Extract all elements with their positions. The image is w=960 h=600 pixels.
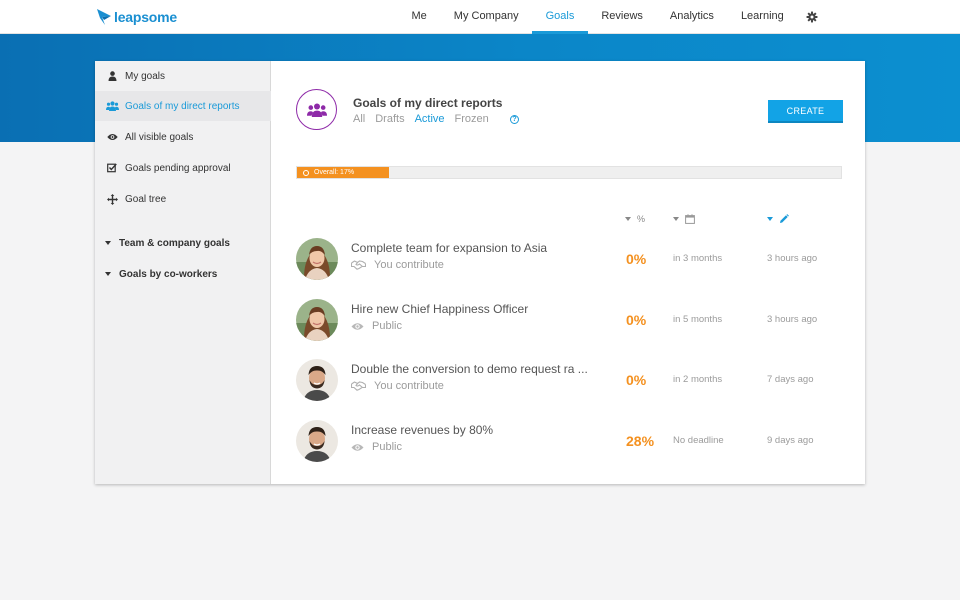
- goal-title[interactable]: Complete team for expansion to Asia: [351, 241, 547, 255]
- goal-percent: 0%: [626, 251, 647, 267]
- nav-learning[interactable]: Learning: [727, 0, 797, 34]
- goal-row[interactable]: Complete team for expansion to Asia You …: [272, 238, 865, 298]
- status-filters: All Drafts Active Frozen: [353, 113, 499, 125]
- eye-icon: [351, 322, 364, 330]
- sidebar-group-team-company-goals[interactable]: Team & company goals: [95, 231, 271, 255]
- main-nav: Me My Company Goals Reviews Analytics Le…: [398, 0, 797, 34]
- handshake-icon: [351, 381, 366, 391]
- goals-card: My goals Goals of my direct reports All …: [95, 61, 865, 484]
- sidebar-item-my-goals[interactable]: My goals: [95, 61, 271, 91]
- sidebar-group-label: Team & company goals: [119, 237, 230, 249]
- goal-row[interactable]: Double the conversion to demo request ra…: [272, 359, 865, 419]
- logo-icon: [97, 9, 111, 25]
- nav-goals[interactable]: Goals: [532, 0, 588, 34]
- goal-visibility: You contribute: [351, 380, 444, 392]
- filter-frozen[interactable]: Frozen: [455, 113, 489, 125]
- target-icon: [303, 169, 309, 176]
- sort-by-last-update[interactable]: [767, 213, 789, 225]
- goal-deadline: No deadline: [673, 435, 724, 446]
- person-icon: [105, 69, 119, 83]
- sidebar-item-label: Goal tree: [125, 193, 167, 205]
- progress-label: Overall: 17%: [303, 167, 354, 178]
- filter-drafts[interactable]: Drafts: [375, 113, 404, 125]
- sidebar-item-all-visible-goals[interactable]: All visible goals: [95, 122, 271, 152]
- goals-content: Goals of my direct reports All Drafts Ac…: [272, 61, 865, 484]
- goal-visibility: Public: [351, 320, 402, 332]
- goal-last-updated: 3 hours ago: [767, 314, 818, 325]
- group-icon: [306, 103, 327, 117]
- avatar: [296, 359, 338, 401]
- caret-down-icon: [625, 217, 631, 221]
- filter-all[interactable]: All: [353, 113, 365, 125]
- eye-icon: [351, 443, 364, 451]
- gear-icon[interactable]: [806, 11, 818, 23]
- sidebar-item-label: Goals pending approval: [125, 162, 231, 174]
- page-title: Goals of my direct reports: [353, 96, 503, 110]
- group-icon: [105, 99, 119, 113]
- percent-column-label: %: [637, 214, 646, 224]
- goal-visibility-label: You contribute: [374, 259, 444, 271]
- pencil-icon: [780, 214, 789, 223]
- avatar: [296, 238, 338, 280]
- calendar-icon: [685, 214, 695, 224]
- help-icon[interactable]: ?: [510, 115, 519, 124]
- sidebar-group-coworkers[interactable]: Goals by co-workers: [95, 262, 271, 286]
- goal-percent: 0%: [626, 372, 647, 388]
- goal-last-updated: 7 days ago: [767, 374, 814, 385]
- sidebar-group-label: Goals by co-workers: [119, 268, 218, 280]
- nav-reviews[interactable]: Reviews: [588, 0, 657, 34]
- overall-label: Overall: 17%: [314, 169, 355, 176]
- sort-by-percent[interactable]: %: [625, 213, 645, 225]
- avatar: [296, 420, 338, 462]
- nav-me[interactable]: Me: [398, 0, 440, 34]
- goal-visibility: Public: [351, 441, 402, 453]
- sort-by-deadline[interactable]: [673, 213, 695, 225]
- sidebar-item-label: My goals: [125, 70, 166, 82]
- caret-down-icon: [105, 272, 111, 276]
- goal-title[interactable]: Double the conversion to demo request ra…: [351, 362, 588, 376]
- sidebar-item-label: All visible goals: [125, 131, 194, 143]
- sidebar-item-goal-tree[interactable]: Goal tree: [95, 184, 271, 214]
- goal-row[interactable]: Increase revenues by 80% Public 28% No d…: [272, 420, 865, 480]
- sidebar-item-label: Goals of my direct reports: [125, 100, 240, 112]
- sidebar-item-pending-approval[interactable]: Goals pending approval: [95, 153, 271, 183]
- goal-last-updated: 9 days ago: [767, 435, 814, 446]
- goal-last-updated: 3 hours ago: [767, 253, 818, 264]
- eye-icon: [105, 130, 119, 144]
- leapsome-logo[interactable]: leapsome: [96, 8, 177, 26]
- goal-percent: 28%: [626, 433, 655, 449]
- goal-row[interactable]: Hire new Chief Happiness Officer Public …: [272, 299, 865, 359]
- goal-deadline: in 3 months: [673, 253, 723, 264]
- caret-down-icon: [105, 241, 111, 245]
- goal-deadline: in 5 months: [673, 314, 723, 325]
- avatar: [296, 299, 338, 341]
- sidebar-item-direct-reports[interactable]: Goals of my direct reports: [95, 91, 271, 121]
- goal-visibility: You contribute: [351, 259, 444, 271]
- goals-sidebar: My goals Goals of my direct reports All …: [95, 61, 271, 484]
- checkbox-icon: [105, 161, 119, 175]
- goal-title[interactable]: Increase revenues by 80%: [351, 423, 493, 437]
- goal-percent: 0%: [626, 312, 647, 328]
- create-button[interactable]: CREATE: [768, 100, 843, 123]
- goal-visibility-label: Public: [372, 320, 402, 332]
- caret-down-icon: [673, 217, 679, 221]
- overall-progress-bar: Overall: 17%: [296, 166, 842, 179]
- goal-visibility-label: You contribute: [374, 380, 444, 392]
- goal-visibility-label: Public: [372, 441, 402, 453]
- nav-analytics[interactable]: Analytics: [656, 0, 727, 34]
- direct-reports-badge: [296, 89, 337, 130]
- move-icon: [105, 192, 119, 206]
- goal-title[interactable]: Hire new Chief Happiness Officer: [351, 302, 528, 316]
- handshake-icon: [351, 260, 366, 270]
- filter-active[interactable]: Active: [415, 113, 445, 125]
- goal-deadline: in 2 months: [673, 374, 723, 385]
- top-navigation-bar: leapsome Me My Company Goals Reviews Ana…: [0, 0, 960, 34]
- logo-text: leapsome: [114, 9, 177, 25]
- nav-my-company[interactable]: My Company: [440, 0, 532, 34]
- caret-down-icon: [767, 217, 773, 221]
